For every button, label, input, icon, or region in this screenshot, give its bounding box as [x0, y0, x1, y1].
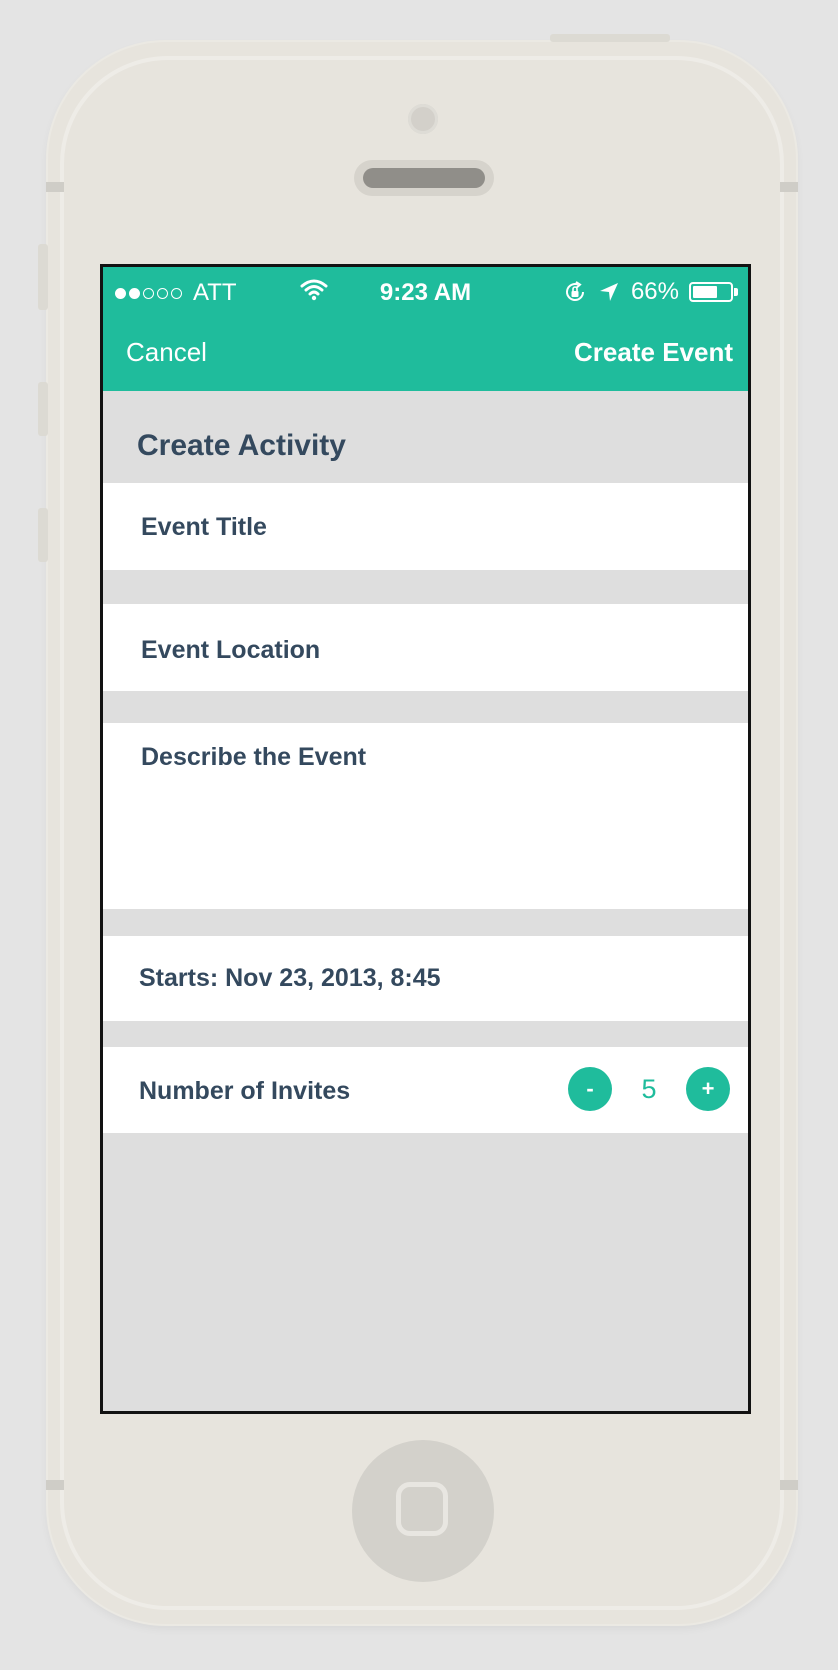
event-title-field[interactable]: Event Title — [103, 483, 748, 570]
invites-label: Number of Invites — [139, 1077, 351, 1105]
antenna-band — [780, 1480, 798, 1490]
rotation-lock-icon — [563, 280, 587, 304]
battery-level — [693, 286, 717, 298]
start-date-label: Starts: Nov 23, 2013, 8:45 — [139, 964, 441, 992]
power-button — [550, 34, 670, 42]
status-right-group: 66% — [563, 278, 738, 306]
home-button[interactable] — [352, 1440, 494, 1582]
antenna-band — [780, 182, 798, 192]
start-date-picker[interactable]: Starts: Nov 23, 2013, 8:45 — [103, 936, 748, 1021]
invites-count: 5 — [641, 1073, 657, 1104]
cancel-button[interactable]: Cancel — [126, 337, 207, 368]
event-description-field[interactable]: Describe the Event — [103, 723, 748, 909]
event-title-placeholder: Event Title — [141, 513, 267, 541]
battery-icon — [689, 282, 733, 302]
earpiece-speaker — [354, 160, 494, 196]
antenna-band — [46, 1480, 64, 1490]
event-location-placeholder: Event Location — [141, 636, 321, 664]
event-location-field[interactable]: Event Location — [103, 604, 748, 691]
nav-bar: Cancel Create Event — [103, 317, 748, 391]
volume-down-button — [38, 508, 48, 562]
section-title: Create Activity — [137, 429, 346, 462]
event-description-placeholder: Describe the Event — [141, 743, 367, 771]
battery-tip — [734, 288, 738, 296]
front-camera — [408, 104, 438, 134]
app-screen: ATT 9:23 AM 66% Cancel Create Event Crea… — [100, 264, 751, 1414]
increment-invites-button[interactable]: + — [686, 1067, 730, 1111]
battery-percent: 66% — [630, 278, 679, 305]
invites-row: Number of Invites - 5 + — [103, 1047, 748, 1133]
status-bar: ATT 9:23 AM 66% — [103, 267, 748, 317]
antenna-band — [46, 182, 64, 192]
home-square-icon — [396, 1482, 448, 1536]
invites-stepper: - 5 + — [568, 1067, 730, 1111]
create-event-button[interactable]: Create Event — [574, 337, 733, 368]
volume-up-button — [38, 382, 48, 436]
decrement-invites-button[interactable]: - — [568, 1067, 612, 1111]
mute-switch — [38, 244, 48, 310]
location-arrow-icon — [599, 282, 619, 302]
